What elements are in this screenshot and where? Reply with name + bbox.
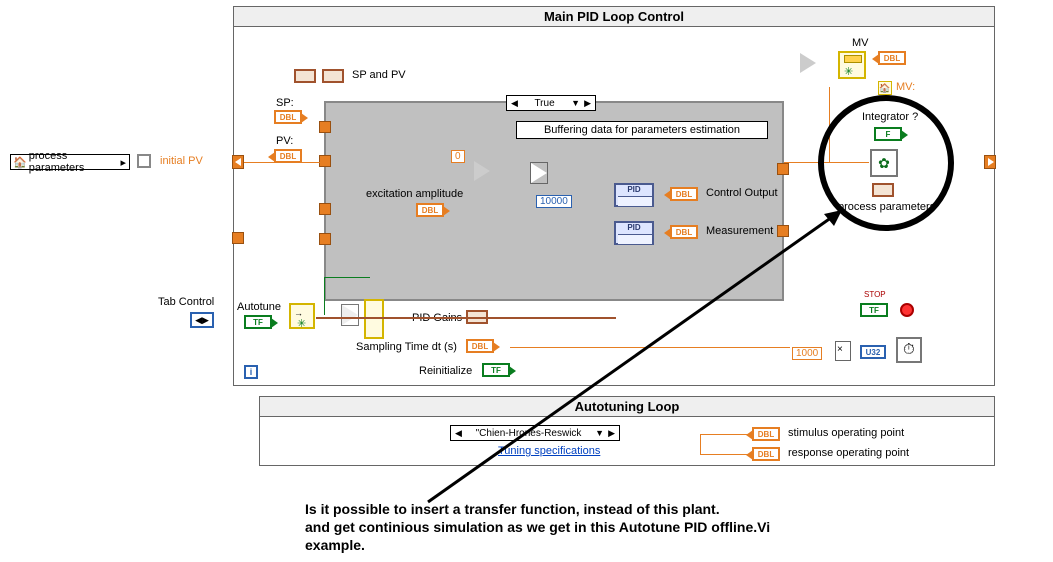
mv-local-var-icon: 🏠	[878, 81, 892, 95]
method-prev-icon[interactable]: ◀	[453, 428, 464, 439]
case-selector-value: True	[520, 98, 569, 109]
process-parameters-out-label: process parameters	[838, 201, 935, 213]
array-build-icon	[322, 69, 344, 83]
unbundle-by-name-icon	[294, 69, 316, 83]
tuning-specifications-link[interactable]: Tuning specifications	[498, 445, 600, 457]
process-params-cluster-icon	[872, 183, 894, 197]
case-dropdown-icon[interactable]: ▼	[569, 98, 582, 108]
tunnel-left-2	[232, 232, 244, 244]
pid-block-2: PID	[614, 221, 654, 245]
to-variant-icon	[137, 154, 151, 168]
pv-dbl-terminal: DBL	[274, 149, 302, 163]
compare-node-icon	[474, 161, 490, 181]
feedback-node-icon	[342, 305, 358, 325]
method-next-icon[interactable]: ▶	[606, 428, 617, 439]
zero-constant: 0	[451, 150, 465, 163]
case-tunnel-r2	[777, 225, 789, 237]
sampling-time-dbl: DBL	[466, 339, 494, 353]
stimulus-dbl: DBL	[752, 427, 780, 441]
method-dropdown-icon[interactable]: ▼	[593, 428, 606, 438]
autotune-label: Autotune	[237, 301, 281, 313]
u32-cast-icon: U32	[860, 345, 886, 359]
select-node-icon	[800, 53, 816, 73]
wait-metronome-icon: ⏱	[896, 337, 922, 363]
method-selector-value: "Chien-Hrones-Reswick	[464, 428, 593, 439]
case-selector[interactable]: ◀ True ▼ ▶	[506, 95, 596, 111]
shift-register-left-1	[232, 155, 244, 169]
loop-iteration-terminal: i	[244, 365, 258, 379]
main-pid-loop-frame: Main PID Loop Control SP and PV SP: DBL …	[233, 6, 995, 386]
tab-control-icon: ◀▶	[190, 312, 214, 328]
mv-bundle-icon: ✳	[838, 51, 866, 79]
annotation-caption: Is it possible to insert a transfer func…	[305, 500, 905, 555]
mv-dbl-terminal: DBL	[878, 51, 906, 65]
tab-control-label: Tab Control	[158, 296, 214, 308]
case-tunnel-2	[319, 155, 331, 167]
method-selector[interactable]: ◀ "Chien-Hrones-Reswick ▼ ▶	[450, 425, 620, 441]
case-tunnel-4	[319, 233, 331, 245]
stimulus-op-label: stimulus operating point	[788, 427, 904, 439]
case-tunnel-1	[319, 121, 331, 133]
response-dbl: DBL	[752, 447, 780, 461]
plant-vi-icon: ✿	[870, 149, 898, 177]
autotuning-loop-title: Autotuning Loop	[260, 397, 994, 417]
sp-label: SP:	[276, 97, 294, 109]
main-loop-title: Main PID Loop Control	[234, 7, 994, 27]
case-next-icon[interactable]: ▶	[582, 98, 593, 109]
control-output-label: Control Output	[706, 187, 778, 199]
integrator-label: Integrator ?	[862, 111, 918, 123]
case-structure: ◀ True ▼ ▶ Buffering data for parameters…	[324, 101, 784, 301]
excitation-amplitude-label: excitation amplitude	[366, 188, 463, 200]
autotune-node-icon: → ✳	[289, 303, 315, 329]
reinitialize-tf-terminal: TF	[482, 363, 510, 377]
process-parameters-input: 🏠 process parameters ▸	[10, 154, 130, 170]
pv-label: PV:	[276, 135, 293, 147]
pid-block-1: PID	[614, 183, 654, 207]
reinitialize-label: Reinitialize	[419, 365, 472, 377]
mv-label: MV	[852, 37, 869, 49]
excitation-dbl-terminal: DBL	[416, 203, 444, 217]
sp-and-pv-label: SP and PV	[352, 69, 406, 81]
case-prev-icon[interactable]: ◀	[509, 98, 520, 109]
sampling-time-label: Sampling Time dt (s)	[356, 341, 457, 353]
process-parameters-label: process parameters	[29, 150, 121, 174]
mv-local-label: MV:	[896, 81, 915, 93]
buffer-banner: Buffering data for parameters estimation	[516, 121, 768, 139]
autotune-tf-terminal: TF	[244, 315, 272, 329]
measurement-label: Measurement	[706, 225, 773, 237]
unbundle-icon	[364, 299, 384, 339]
diagram-canvas: 🏠 process parameters ▸ initial PV Tab Co…	[0, 0, 1053, 562]
case-tunnel-r1	[777, 163, 789, 175]
control-output-dbl: DBL	[670, 187, 698, 201]
case-tunnel-3	[319, 203, 331, 215]
autotuning-loop-frame: Autotuning Loop ◀ "Chien-Hrones-Reswick …	[259, 396, 995, 466]
thousand-constant: 1000	[792, 347, 822, 360]
integrator-tf-terminal: F	[874, 127, 902, 141]
shift-register-right	[984, 155, 996, 169]
buffer-banner-text: Buffering data for parameters estimation	[544, 124, 740, 136]
annotation-line-3: example.	[305, 536, 905, 554]
annotation-line-2: and get continious simulation as we get …	[305, 518, 905, 536]
stop-button-icon[interactable]	[900, 303, 914, 317]
annotation-line-1: Is it possible to insert a transfer func…	[305, 500, 905, 518]
buffer-size-constant: 10000	[536, 195, 572, 208]
sp-dbl-terminal: DBL	[274, 110, 302, 124]
initial-pv-label: initial PV	[160, 155, 203, 167]
stop-label: STOP	[864, 290, 886, 299]
stop-tf-terminal: TF	[860, 303, 888, 317]
measurement-dbl: DBL	[670, 225, 698, 239]
response-op-label: response operating point	[788, 447, 909, 459]
add-node-icon	[531, 163, 547, 183]
